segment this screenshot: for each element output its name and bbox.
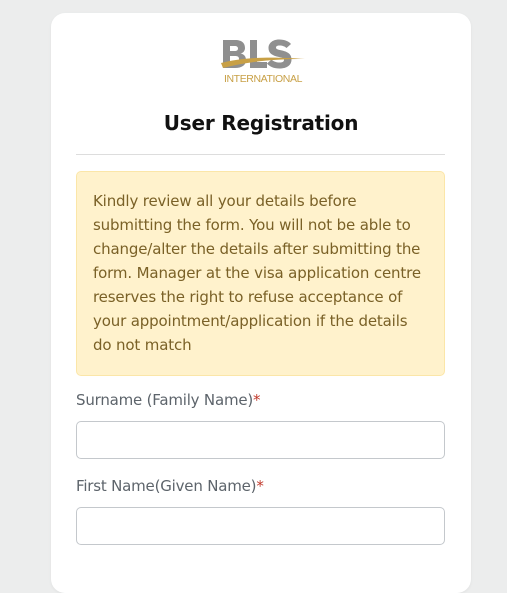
page-title: User Registration — [163, 111, 359, 135]
registration-card: INTERNATIONAL User Registration Kindly r… — [51, 13, 471, 593]
first-name-label: First Name(Given Name)* — [76, 477, 264, 495]
required-asterisk: * — [253, 391, 261, 409]
required-asterisk: * — [256, 477, 264, 495]
surname-label: Surname (Family Name)* — [76, 391, 261, 409]
surname-input[interactable] — [76, 421, 445, 459]
bls-international-logo: INTERNATIONAL — [221, 38, 305, 86]
notice-alert: Kindly review all your details before su… — [76, 171, 445, 376]
surname-label-text: Surname (Family Name) — [76, 391, 254, 409]
first-name-label-text: First Name(Given Name) — [76, 477, 257, 495]
divider — [76, 154, 445, 155]
first-name-input[interactable] — [76, 507, 445, 545]
logo-subtext: INTERNATIONAL — [224, 73, 303, 85]
